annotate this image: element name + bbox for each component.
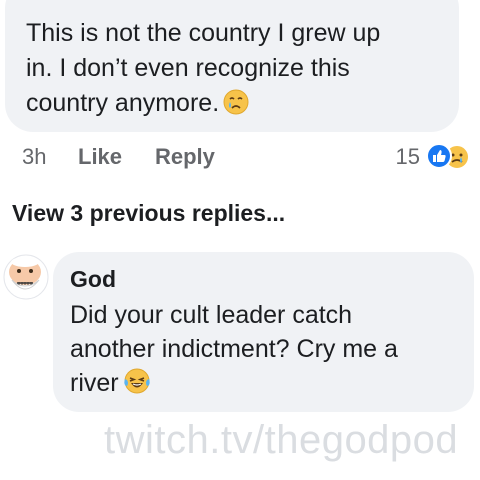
crying-face-icon: [223, 89, 249, 125]
reply-text: Did your cult leader catch another indic…: [70, 298, 466, 404]
like-button[interactable]: Like: [78, 144, 122, 170]
watermark: twitch.tv/thegodpod: [104, 418, 459, 462]
comment-line: in. I don’t even recognize this: [26, 54, 350, 82]
comment-line-last: country anymore.: [26, 86, 446, 125]
reply-button[interactable]: Reply: [155, 144, 215, 170]
like-reaction-icon: [426, 143, 452, 175]
comment-actions: 3h Like Reply 15: [22, 142, 472, 172]
comment-text: This is not the country I grew up in. I …: [26, 16, 446, 125]
reaction-summary[interactable]: 15: [396, 142, 472, 172]
laughing-tears-icon: [123, 367, 151, 404]
reply-line-last: river: [70, 366, 466, 404]
reply-line: another indictment? Cry me a: [70, 335, 398, 363]
avatar[interactable]: [3, 254, 49, 300]
reaction-count: 15: [395, 144, 420, 169]
reply-author-name[interactable]: God: [70, 266, 116, 293]
comment-timestamp[interactable]: 3h: [22, 144, 46, 170]
reaction-icons: [426, 143, 472, 171]
reply-line: Did your cult leader catch: [70, 301, 353, 329]
view-previous-replies-link[interactable]: View 3 previous replies...: [12, 200, 285, 227]
comment-line: This is not the country I grew up: [26, 19, 381, 47]
